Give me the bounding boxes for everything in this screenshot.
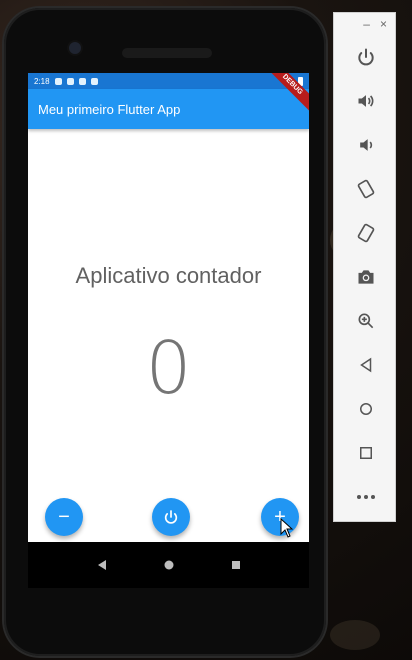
rotate-left-icon [357, 179, 374, 199]
nav-overview-button[interactable] [228, 557, 244, 573]
decrement-button[interactable]: − [45, 498, 83, 536]
home-button[interactable] [334, 387, 397, 431]
back-triangle-icon [97, 560, 106, 570]
app-bar: Meu primeiro Flutter App [28, 89, 309, 129]
back-icon [359, 357, 371, 373]
screenshot-button[interactable] [334, 255, 397, 299]
volume-down-button[interactable] [334, 123, 397, 167]
minimize-button[interactable]: – [363, 17, 370, 31]
status-bar: 2:18 [28, 73, 309, 89]
bokeh-light [330, 620, 380, 650]
more-icon [356, 495, 375, 499]
overview-button[interactable] [334, 431, 397, 475]
minus-label: − [58, 505, 70, 528]
zoom-button[interactable] [334, 299, 397, 343]
volume-down-icon [359, 139, 372, 151]
power-button[interactable] [334, 35, 397, 79]
overview-square-icon [231, 561, 240, 569]
rotate-right-button[interactable] [334, 211, 397, 255]
nav-back-button[interactable] [94, 557, 110, 573]
back-button[interactable] [334, 343, 397, 387]
rotate-right-icon [357, 223, 374, 243]
earpiece-speaker [122, 48, 212, 58]
home-icon [359, 403, 372, 415]
sd-card-status-icon [78, 77, 86, 85]
power-icon [357, 48, 374, 66]
zoom-icon [358, 313, 373, 329]
status-time: 2:18 [34, 76, 50, 86]
more-button[interactable] [334, 475, 397, 519]
sync-status-icon [90, 77, 98, 85]
app-screen: 2:18 Meu primeiro Flutter App DEBUG Apli… [28, 73, 309, 542]
close-button[interactable]: × [380, 17, 387, 31]
page-heading: Aplicativo contador [75, 263, 262, 288]
toolbar-window-controls: – × [334, 13, 395, 35]
android-nav-bar [28, 542, 309, 588]
nav-home-button[interactable] [161, 557, 177, 573]
mouse-cursor-icon [280, 518, 294, 538]
volume-up-icon [358, 95, 373, 107]
reset-button[interactable] [152, 498, 190, 536]
home-circle-icon [164, 560, 173, 570]
emulator-toolbar: – × [333, 12, 396, 522]
counter-value: 0 [145, 326, 192, 410]
app-title: Meu primeiro Flutter App [38, 101, 181, 117]
power-icon [164, 510, 178, 524]
settings-status-icon [54, 77, 62, 85]
overview-icon [359, 447, 372, 459]
camera-icon [358, 270, 373, 284]
volume-up-button[interactable] [334, 79, 397, 123]
rotate-left-button[interactable] [334, 167, 397, 211]
front-camera [69, 42, 81, 54]
shield-status-icon [66, 77, 74, 85]
